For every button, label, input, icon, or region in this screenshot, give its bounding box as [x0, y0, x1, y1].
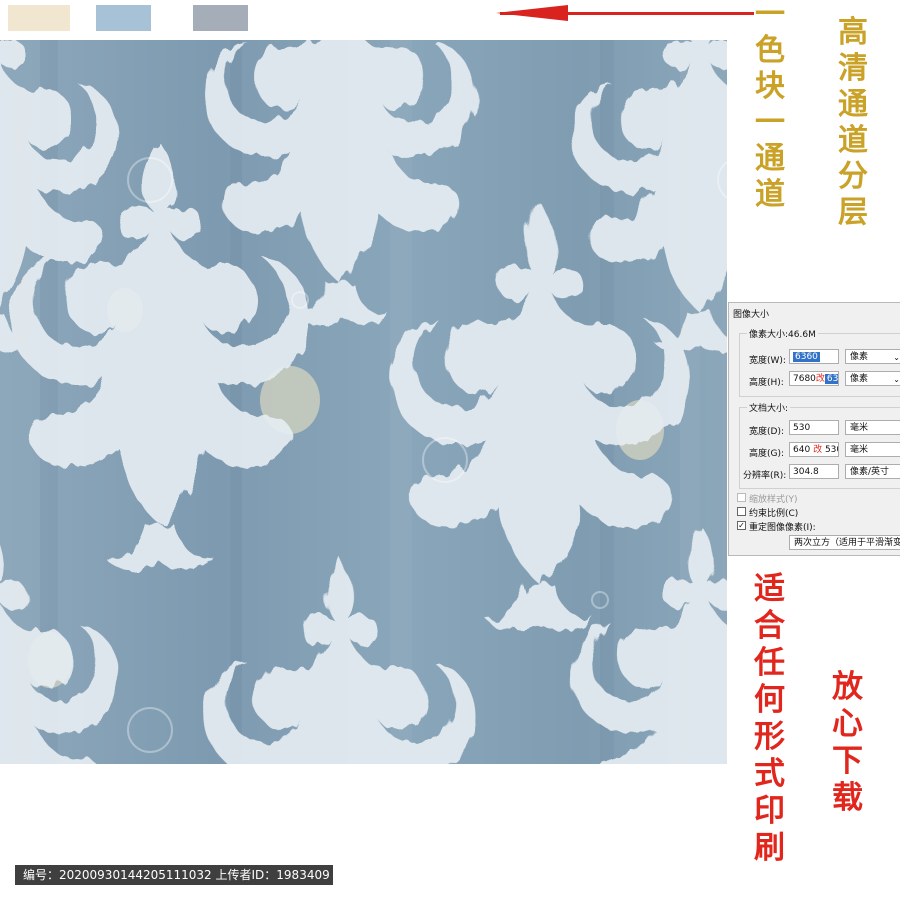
doc-width-value: 530 [793, 423, 811, 433]
color-swatch-grey-blue [193, 5, 248, 31]
doc-height-input[interactable]: 640 改 530 [789, 442, 839, 457]
char: 刷 [754, 830, 785, 866]
annotation-single-channel: 一 色 块 一 通 道 [755, 0, 785, 216]
doc-width-unit: 毫米 [850, 423, 869, 433]
char: 放 [832, 669, 863, 705]
chevron-down-icon: ⌄ [893, 375, 900, 384]
doc-height-label: 高度(G): [749, 449, 785, 459]
char: 印 [754, 793, 785, 829]
annotation-hd-layers: 高 清 通 道 分 层 [838, 18, 868, 234]
annotation-any-printing: 适 合 任 何 形 式 印 刷 [754, 574, 785, 870]
height-value: 6360 [824, 374, 838, 384]
width-label: 宽度(W): [749, 356, 786, 366]
char: 式 [754, 756, 785, 792]
char: 块 [755, 69, 785, 104]
scale-styles-label: 缩放样式(Y) [749, 495, 798, 505]
resolution-value: 304.8 [793, 467, 819, 477]
constrain-proportions-label: 约束比例(C) [749, 509, 799, 519]
char: 任 [754, 645, 785, 681]
resolution-unit-select[interactable]: 像素/英寸 [845, 464, 900, 479]
resample-label: 重定图像像素(I): [749, 523, 816, 533]
damask-pattern-image [0, 40, 727, 764]
char: 分 [838, 159, 868, 194]
damask-pattern-svg [0, 40, 727, 764]
char: 一 [755, 105, 785, 140]
char: 层 [838, 195, 868, 230]
width-unit-select[interactable]: 像素 ⌄ [845, 349, 900, 364]
char: 合 [754, 608, 785, 644]
resolution-unit: 像素/英寸 [850, 467, 890, 477]
image-id-bar: 编号：20200930144205111032 上传者ID：1983409 [15, 865, 333, 885]
width-unit: 像素 [850, 352, 869, 362]
chevron-down-icon: ⌄ [893, 353, 900, 362]
width-value: 6360 [793, 352, 820, 362]
doc-width-label: 宽度(D): [749, 427, 784, 437]
doc-height-unit-select[interactable]: 毫米 [845, 442, 900, 457]
annotation-safe-download: 放 心 下 载 [832, 672, 863, 820]
char: 清 [838, 51, 868, 86]
arrow-line [500, 12, 754, 15]
char: 适 [754, 571, 785, 607]
doc-height-value: 530 [824, 445, 838, 455]
height-old-value: 7680 [793, 374, 816, 384]
char: 一 [755, 0, 785, 32]
char: 心 [832, 706, 863, 742]
height-input[interactable]: 7680改6360 [789, 371, 839, 386]
width-input[interactable]: 6360 [789, 349, 839, 364]
doc-height-unit: 毫米 [850, 445, 869, 455]
char: 下 [832, 743, 863, 779]
doc-width-unit-select[interactable]: 毫米 [845, 420, 900, 435]
image-size-dialog: 图像大小 像素大小:46.6M 宽度(W): 6360 像素 ⌄ 高度(H): … [728, 302, 900, 556]
char: 通 [838, 87, 868, 122]
char: 载 [832, 780, 863, 816]
scale-styles-checkbox[interactable] [737, 493, 746, 502]
color-swatch-cream [8, 5, 70, 31]
doc-width-input[interactable]: 530 [789, 420, 839, 435]
char: 色 [755, 33, 785, 68]
resample-checkbox[interactable]: ✓ [737, 521, 746, 530]
resolution-input[interactable]: 304.8 [789, 464, 839, 479]
resample-method-select[interactable]: 两次立方（适用于平滑渐变 [789, 535, 900, 550]
doc-height-old-value: 640 [793, 445, 811, 455]
resample-method: 两次立方（适用于平滑渐变 [794, 538, 900, 548]
pixel-size-label: 像素大小:46.6M [747, 327, 818, 340]
char: 道 [755, 177, 785, 212]
char: 高 [838, 15, 868, 50]
doc-size-label: 文档大小: [747, 401, 791, 414]
height-unit: 像素 [850, 374, 869, 384]
height-label: 高度(H): [749, 378, 784, 388]
char: 形 [754, 719, 785, 755]
height-unit-select[interactable]: 像素 ⌄ [845, 371, 900, 386]
char: 通 [755, 141, 785, 176]
color-swatch-light-blue [96, 5, 151, 31]
char: 何 [754, 682, 785, 718]
char: 道 [838, 123, 868, 158]
resolution-label: 分辨率(R): [743, 471, 787, 481]
constrain-proportions-checkbox[interactable] [737, 507, 746, 516]
dialog-title: 图像大小 [733, 310, 770, 320]
